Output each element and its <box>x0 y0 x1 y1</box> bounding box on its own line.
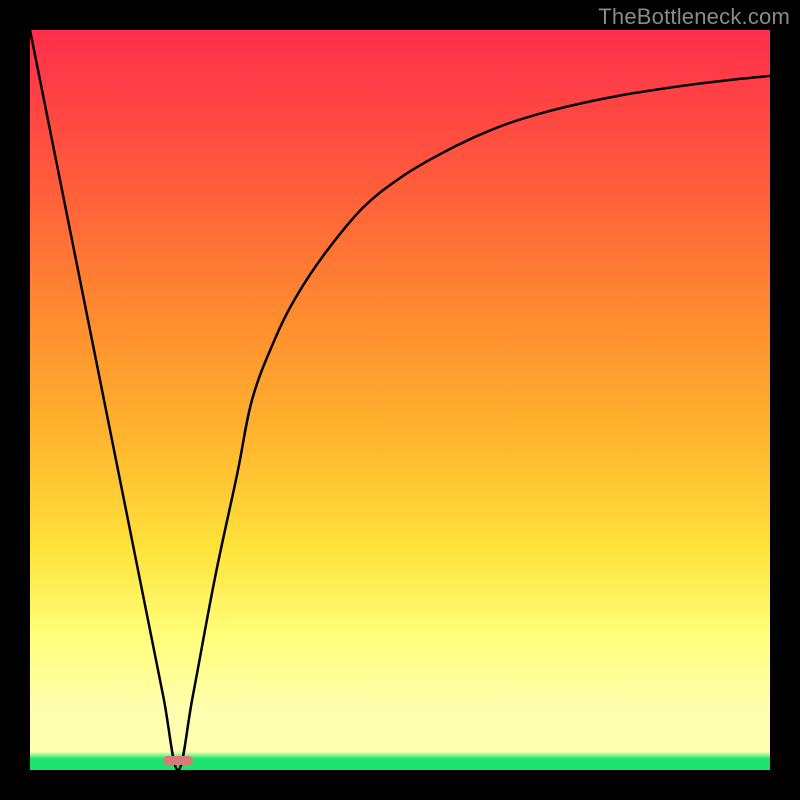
watermark-text: TheBottleneck.com <box>598 4 790 30</box>
plot-area <box>30 30 770 770</box>
chart-frame: TheBottleneck.com <box>0 0 800 800</box>
curve-layer <box>30 30 770 770</box>
bottleneck-curve <box>30 30 770 770</box>
optimal-marker <box>163 756 193 765</box>
